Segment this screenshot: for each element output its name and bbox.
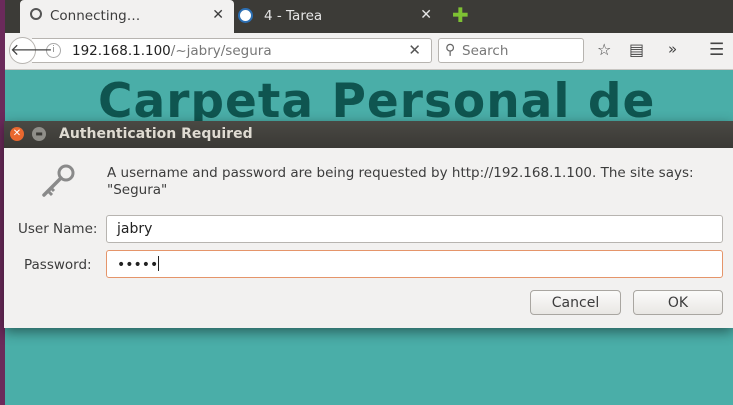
navigation-toolbar: i 192.168.1.100/~jabry/segura ✕ 🡐 ⚲ Sear… [5,33,733,70]
password-label: Password: [24,257,92,273]
dialog-message: A username and password are being reques… [107,165,694,198]
close-icon[interactable]: ✕ [10,127,24,141]
new-tab-icon[interactable]: ✚ [452,5,469,25]
tab-connecting[interactable]: Connecting… ✕ [20,0,234,33]
search-icon: ⚲ [445,42,456,58]
site-favicon-icon [238,8,253,23]
password-field[interactable]: ••••• [106,250,723,278]
text-caret [158,256,160,271]
clear-url-icon[interactable]: ✕ [408,41,421,59]
close-tab-icon[interactable]: ✕ [212,7,224,23]
username-value: jabry [117,221,153,237]
overflow-chevron-icon[interactable]: » [668,40,677,58]
reading-list-icon[interactable]: ▤ [629,40,644,59]
key-icon [42,164,75,197]
dialog-title: Authentication Required [59,126,253,142]
cancel-button[interactable]: Cancel [530,290,621,315]
search-input[interactable]: ⚲ Search [438,38,584,63]
authentication-dialog: ✕ ▬ Authentication Required A username a… [4,121,733,328]
url-path: /~jabry/segura [170,43,272,59]
dialog-titlebar: ✕ ▬ Authentication Required [4,121,733,148]
tab-tarea[interactable]: 4 - Tarea ✕ [234,0,442,33]
url-bar[interactable]: i 192.168.1.100/~jabry/segura ✕ [32,38,432,63]
url-host: 192.168.1.100 [72,43,171,59]
username-label: User Name: [18,221,98,237]
tab-bar: Connecting… ✕ 4 - Tarea ✕ ✚ [5,0,733,33]
bookmark-star-icon[interactable]: ☆ [597,40,611,59]
loading-spinner-icon [30,8,42,20]
tab-label: Connecting… [50,8,141,24]
close-tab-icon[interactable]: ✕ [420,7,432,23]
url-text: 192.168.1.100/~jabry/segura [72,43,272,59]
password-mask: ••••• [117,257,159,273]
menu-hamburger-icon[interactable]: ☰ [709,40,724,60]
search-placeholder: Search [462,43,509,59]
minimize-icon[interactable]: ▬ [32,127,46,141]
ok-button[interactable]: OK [633,290,723,315]
tab-label: 4 - Tarea [264,8,323,24]
back-button[interactable]: 🡐 [9,37,53,64]
username-field[interactable]: jabry [106,215,723,243]
arrow-left-icon: 🡐 [10,40,53,59]
